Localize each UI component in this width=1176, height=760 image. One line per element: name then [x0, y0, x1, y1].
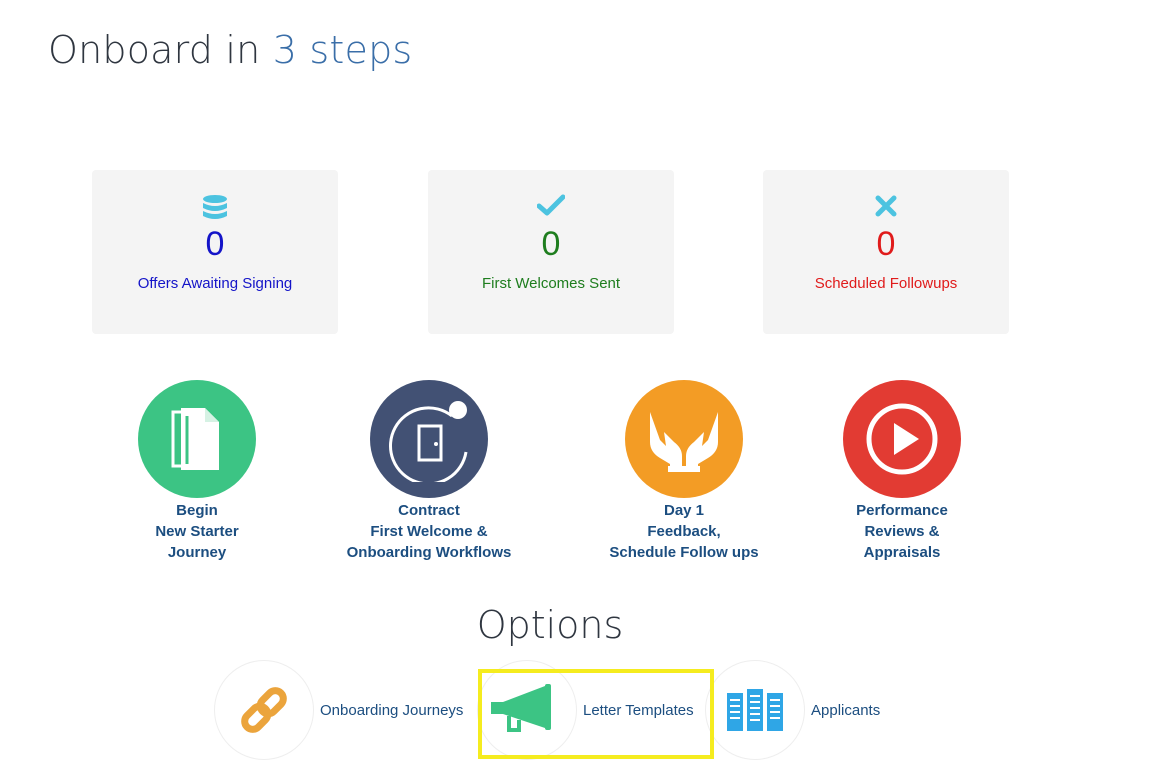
option-label[interactable]: Applicants	[811, 702, 880, 719]
hands-icon[interactable]	[625, 380, 743, 498]
server-icon[interactable]	[705, 660, 805, 760]
step-begin-new-starter[interactable]: Begin New Starter Journey	[97, 380, 297, 563]
link-icon[interactable]	[214, 660, 314, 760]
check-icon	[428, 194, 674, 224]
page-title: Onboard in 3 steps	[48, 24, 412, 76]
database-icon	[92, 194, 338, 224]
title-prefix: Onboard in	[48, 28, 261, 72]
play-icon[interactable]	[843, 380, 961, 498]
stat-card-welcomes: 0 First Welcomes Sent	[428, 170, 674, 334]
stat-card-offers: 0 Offers Awaiting Signing	[92, 170, 338, 334]
option-label[interactable]: Letter Templates	[583, 702, 694, 719]
step-performance-reviews[interactable]: Performance Reviews & Appraisals	[802, 380, 1002, 563]
step-label[interactable]: Begin New Starter Journey	[97, 500, 297, 563]
x-icon	[763, 194, 1009, 224]
option-onboarding-journeys[interactable]: Onboarding Journeys	[214, 660, 463, 760]
stat-card-followups: 0 Scheduled Followups	[763, 170, 1009, 334]
megaphone-icon[interactable]	[477, 660, 577, 760]
stat-label[interactable]: Scheduled Followups	[763, 275, 1009, 292]
step-label[interactable]: Day 1 Feedback, Schedule Follow ups	[584, 500, 784, 563]
documents-icon[interactable]	[138, 380, 256, 498]
stat-label[interactable]: First Welcomes Sent	[428, 275, 674, 292]
stat-value: 0	[876, 225, 896, 263]
step-label[interactable]: Contract First Welcome & Onboarding Work…	[329, 500, 529, 563]
stat-value: 0	[541, 225, 561, 263]
door-icon[interactable]	[370, 380, 488, 498]
step-day1-feedback[interactable]: Day 1 Feedback, Schedule Follow ups	[584, 380, 784, 563]
title-accent: 3 steps	[272, 28, 413, 72]
stat-value: 0	[205, 225, 225, 263]
option-letter-templates[interactable]: Letter Templates	[477, 660, 694, 760]
step-contract-first-welcome[interactable]: Contract First Welcome & Onboarding Work…	[329, 380, 529, 563]
stat-label[interactable]: Offers Awaiting Signing	[92, 275, 338, 292]
options-title: Options	[476, 603, 624, 647]
option-applicants[interactable]: Applicants	[705, 660, 880, 760]
option-label[interactable]: Onboarding Journeys	[320, 702, 463, 719]
step-label[interactable]: Performance Reviews & Appraisals	[802, 500, 1002, 563]
